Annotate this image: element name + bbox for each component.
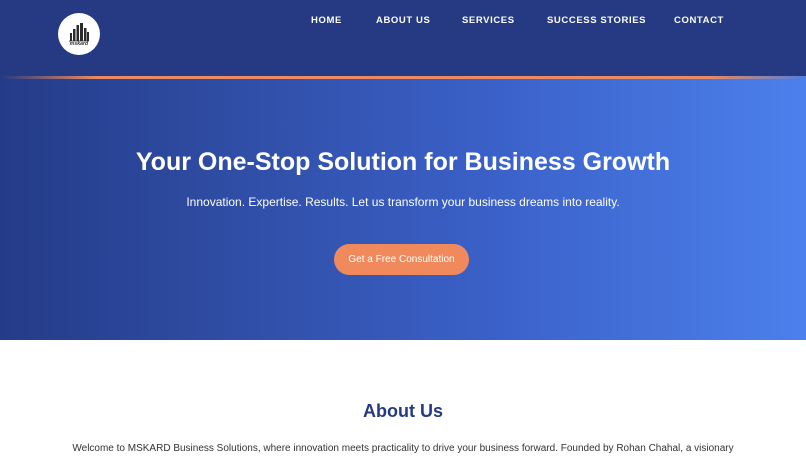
free-consultation-button[interactable]: Get a Free Consultation: [334, 244, 469, 275]
about-title: About Us: [363, 401, 443, 421]
about-text: Welcome to MSKARD Business Solutions, wh…: [72, 443, 734, 454]
nav-contact[interactable]: CONTACT: [674, 15, 724, 26]
nav-services[interactable]: SERVICES: [462, 15, 515, 26]
site-header: mskard HOME ABOUT US SERVICES SUCCESS ST…: [0, 0, 806, 76]
nav-home[interactable]: HOME: [311, 15, 342, 26]
nav-success-stories[interactable]: SUCCESS STORIES: [547, 15, 646, 26]
hero-section: Your One-Stop Solution for Business Grow…: [0, 79, 806, 340]
hero-subtitle: Innovation. Expertise. Results. Let us t…: [186, 195, 620, 209]
logo-text: mskard: [69, 40, 89, 47]
nav-about-us[interactable]: ABOUT US: [376, 15, 430, 26]
hero-title: Your One-Stop Solution for Business Grow…: [135, 148, 671, 176]
main-nav: HOME ABOUT US SERVICES SUCCESS STORIES C…: [0, 15, 806, 27]
